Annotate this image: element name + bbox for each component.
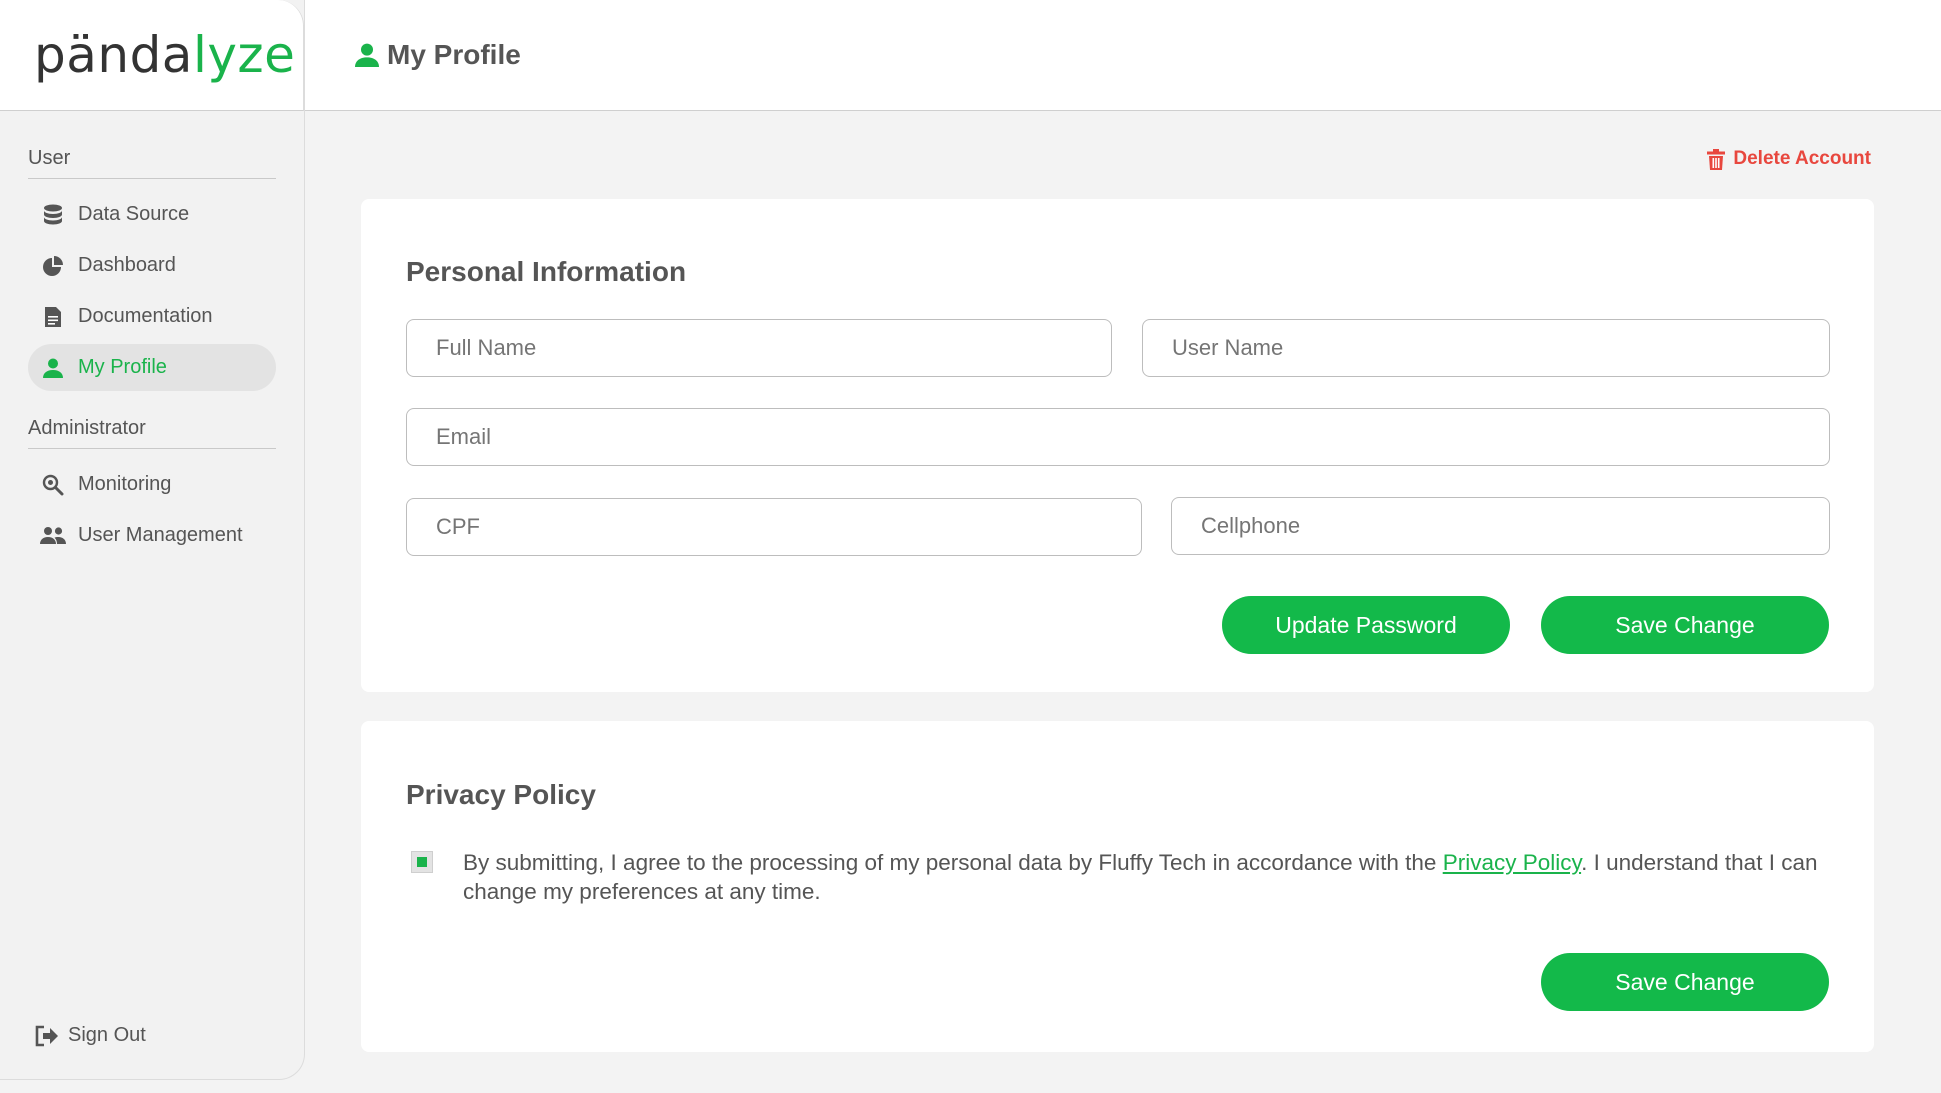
trash-icon: [1707, 148, 1726, 170]
top-bar: My Profile: [305, 0, 1941, 111]
admin-section-heading: Administrator: [28, 417, 276, 449]
magnifier-icon: [40, 472, 66, 498]
document-icon: [40, 304, 66, 330]
sidebar-item-label: Dashboard: [78, 254, 176, 276]
admin-section: Administrator Monitoring User Management: [28, 417, 276, 559]
user-icon: [355, 43, 379, 67]
privacy-policy-card: Privacy Policy By submitting, I agree to…: [361, 721, 1874, 1052]
sidebar-item-label: User Management: [78, 524, 243, 546]
sidebar-item-label: Data Source: [78, 203, 190, 225]
cpf-input[interactable]: [406, 498, 1142, 556]
privacy-checkbox[interactable]: [411, 851, 433, 873]
section-title: Personal Information: [406, 256, 687, 287]
update-password-button[interactable]: Update Password: [1222, 596, 1510, 654]
sign-out-button[interactable]: Sign Out: [34, 1024, 146, 1047]
page-title: My Profile: [387, 39, 521, 70]
email-input[interactable]: [406, 408, 1830, 466]
checkbox-mark: [417, 857, 427, 867]
sidebar-item-label: Documentation: [78, 305, 213, 327]
privacy-policy-link[interactable]: Privacy Policy: [1443, 850, 1581, 875]
sidebar-item-user-management[interactable]: User Management: [28, 512, 276, 559]
privacy-consent-text: By submitting, I agree to the processing…: [463, 848, 1843, 906]
logo-text-b: lyze: [192, 26, 296, 84]
consent-text-before: By submitting, I agree to the processing…: [463, 850, 1443, 875]
sidebar-item-label: Monitoring: [78, 473, 172, 495]
user-section-heading: User: [28, 147, 276, 179]
users-icon: [40, 523, 66, 549]
personal-information-card: Personal Information Update Password Sav…: [361, 199, 1874, 692]
sidebar-item-label: My Profile: [78, 356, 167, 378]
sidebar-item-my-profile[interactable]: My Profile: [28, 344, 276, 391]
sidebar-item-documentation[interactable]: Documentation: [28, 293, 276, 340]
user-icon: [40, 355, 66, 381]
section-title: Privacy Policy: [406, 779, 596, 810]
sidebar-item-monitoring[interactable]: Monitoring: [28, 461, 276, 508]
database-icon: [40, 202, 66, 228]
pie-chart-icon: [40, 253, 66, 279]
sidebar-item-dashboard[interactable]: Dashboard: [28, 242, 276, 289]
save-change-button[interactable]: Save Change: [1541, 953, 1829, 1011]
delete-account-label: Delete Account: [1733, 148, 1871, 169]
logo-text-a: pända: [34, 26, 193, 84]
user-section: User Data Source Dashboard Documentation: [28, 147, 276, 391]
logo[interactable]: pändalyze: [0, 0, 304, 111]
user-name-input[interactable]: [1142, 319, 1830, 377]
sidebar-item-data-source[interactable]: Data Source: [28, 191, 276, 238]
save-change-button[interactable]: Save Change: [1541, 596, 1829, 654]
sign-out-icon: [34, 1025, 58, 1047]
sidebar: pändalyze User Data Source Dashboard Doc…: [0, 0, 305, 1080]
sign-out-label: Sign Out: [68, 1024, 146, 1046]
delete-account-button[interactable]: Delete Account: [1707, 148, 1871, 170]
full-name-input[interactable]: [406, 319, 1112, 377]
cellphone-input[interactable]: [1171, 497, 1830, 555]
